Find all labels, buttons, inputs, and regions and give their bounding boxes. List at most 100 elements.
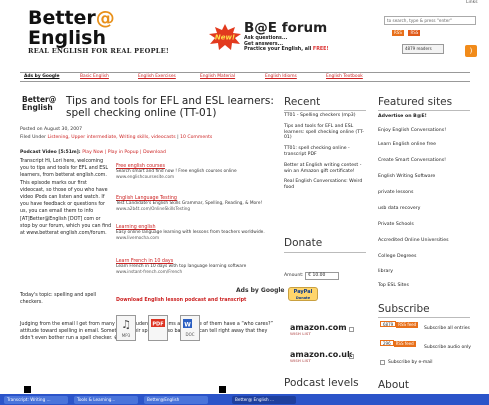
nav-link-english-material[interactable]: English Material [200,74,235,79]
rss-feed-label: RSS feed [393,341,416,347]
links-label[interactable]: Links [466,0,478,5]
email-subscribe-checkbox[interactable] [380,360,385,365]
podcast-video-label: Podcast Video [5:51m]: [20,150,83,155]
ad-links-bar: Ads by Google Basic English English Exer… [20,72,470,82]
subscriber-count: 296 [380,340,394,346]
ads-by-google-text: Ads by Google [236,287,285,294]
paypal-label: PayPal [293,289,313,295]
amazon-uk-wishlist[interactable]: amazon.co.uk WISH LIST [290,350,352,363]
recent-heading: Recent [284,96,321,108]
featured-item[interactable]: Accredited Online Universities [378,238,449,243]
paypal-sub: Donate [295,296,311,300]
audio-file-icon[interactable]: ♫ MP3 [116,315,136,341]
feedburner-counter[interactable]: 4879 readers [402,44,444,54]
rss-audio-badge[interactable]: 296 RSS feed [380,340,416,347]
taskbar-item[interactable]: Tools & Learning... [74,395,138,404]
rss-feed-label: RSS feed [396,322,419,328]
ad-url[interactable]: www.a2b4t.com/OnlineSkillsTesting [116,206,276,211]
svg-text:PDF: PDF [152,322,163,328]
divider [284,252,366,253]
ads-by-google-footer[interactable]: Ads by Google [236,287,284,294]
comments-link[interactable]: 10 Comments [180,135,212,140]
forum-line-3: Practice your English, all [244,47,313,53]
site-logo[interactable]: Better@ English [28,8,115,48]
recent-item[interactable]: Real English Conversations: Weird food [284,179,364,191]
subscribe-heading: Subscribe [378,303,430,315]
download-lesson-link[interactable]: Download English lesson podcast and tran… [116,298,246,303]
site-tagline: REAL ENGLISH FOR REAL PEOPLE! [28,47,170,55]
subscribe-audio-only[interactable]: Subscribe audio only [424,345,471,350]
topic-paragraph: Today's topic: spelling and spell checke… [20,293,97,306]
amount-label: Amount: [284,273,304,278]
featured-item[interactable]: Top ESL Sites [378,283,409,288]
forum-title[interactable]: B@E forum [244,20,327,36]
nav-link-basic-english[interactable]: Basic English [80,74,109,79]
ad-url[interactable]: www.instant-french.com/French [116,269,276,274]
svg-text:DOC: DOC [185,332,194,337]
word-file-icon[interactable]: W DOC [180,315,200,341]
filed-under: Filed Under Listening, Upper intermediat… [20,135,213,140]
ad-url[interactable]: www.englishcoursesite.com [116,174,276,179]
taskbar-item[interactable]: Transcript: Writing ... [4,395,68,404]
article-title[interactable]: Tips and tools for EFL and ESL learners:… [66,95,276,119]
featured-item[interactable]: English Writing Software [378,174,435,179]
ad-url[interactable]: www.livemocha.com [116,235,276,240]
rss-feed-icon[interactable]: ) [465,45,477,57]
subscriber-count: 6879 [380,321,397,327]
featured-item[interactable]: Learn English online free [378,142,436,147]
about-heading: About [378,379,410,391]
featured-item[interactable]: library [378,269,393,274]
featured-item[interactable]: College Degrees [378,254,416,259]
featured-item[interactable]: Enjoy English Conversations! [378,128,446,133]
featured-sites-heading: Featured sites [378,96,453,108]
rss-badge-1[interactable]: RSS [392,30,404,36]
featured-item[interactable]: usb data recovery [378,206,420,211]
amazon-com-wishlist[interactable]: amazon.com WISH LIST [290,323,347,336]
divider [378,110,470,111]
recent-item[interactable]: Tips and tools for EFL and ESL learners:… [284,124,364,141]
nav-link-english-textbook[interactable]: English Textbook [326,74,363,79]
svg-text:W: W [184,322,191,329]
wish-list-label: WISH LIST [290,359,311,363]
black-square-marker [219,386,226,393]
recent-item[interactable]: Better at English writing contest - win … [284,163,364,175]
new-badge-text: New! [215,34,235,42]
nav-link-english-idioms[interactable]: English Idioms [265,74,297,79]
logo-word-better: Better [28,7,96,29]
recent-item[interactable]: TT01 - Spelling checkers (mp3) [284,113,364,119]
paypal-donate-button[interactable]: PayPal Donate [288,287,318,301]
forum-free-text: FREE! [312,47,329,53]
amazon-uk-checkbox[interactable] [349,354,354,359]
featured-item[interactable]: Private Schools [378,222,414,227]
category-links[interactable]: Listening, Upper intermediate, Writing s… [47,135,175,140]
subscribe-all-entries[interactable]: Subscribe all entries [424,326,470,331]
wish-list-label: WISH LIST [290,332,311,336]
podcast-play-links[interactable]: Play Now | Play in Popup | Download [82,150,166,155]
pdf-file-icon[interactable]: PDF [148,315,168,341]
subscribe-by-email[interactable]: Subscribe by e-mail [388,360,433,365]
google-ad-3[interactable]: Learning english Easy online language le… [116,225,276,240]
divider [378,317,470,318]
rss-all-badge[interactable]: 6879 RSS feed [380,321,419,328]
donate-amount: Amount: € 10.00 [284,272,340,280]
taskbar-item-active[interactable]: Better@ English ... [232,395,296,404]
download-files: ♫ MP3 PDF W DOC [116,315,236,345]
google-ad-4[interactable]: Learn French in 10 days Learn French in … [116,259,276,274]
google-ad-1[interactable]: Free english courses Search smart and fi… [116,164,276,179]
nav-link-english-exercises[interactable]: English Exercises [138,74,176,79]
podcast-levels-heading: Podcast levels [284,377,359,389]
rss-badges: RSS RSS [392,30,421,36]
search-input[interactable]: to search, type & press "enter" [384,16,476,25]
amount-select[interactable]: € 10.00 [305,272,340,280]
taskbar-item[interactable]: Better@English [144,395,208,404]
featured-item[interactable]: private lessons [378,190,413,195]
svg-text:♫: ♫ [121,318,131,331]
featured-item-advertise[interactable]: Advertise on B@E! [378,114,427,119]
rss-badge-2[interactable]: RSS [408,30,421,36]
recent-item[interactable]: TT01: spell checking online - transcript… [284,146,364,158]
featured-item[interactable]: Create Smart Conversations! [378,158,446,163]
mini-logo-line-2: English [22,102,53,112]
google-ad-2[interactable]: English Language Testing Test Candidate'… [116,196,276,211]
amazon-com-checkbox[interactable] [349,327,354,332]
svg-text:MP3: MP3 [122,333,131,338]
